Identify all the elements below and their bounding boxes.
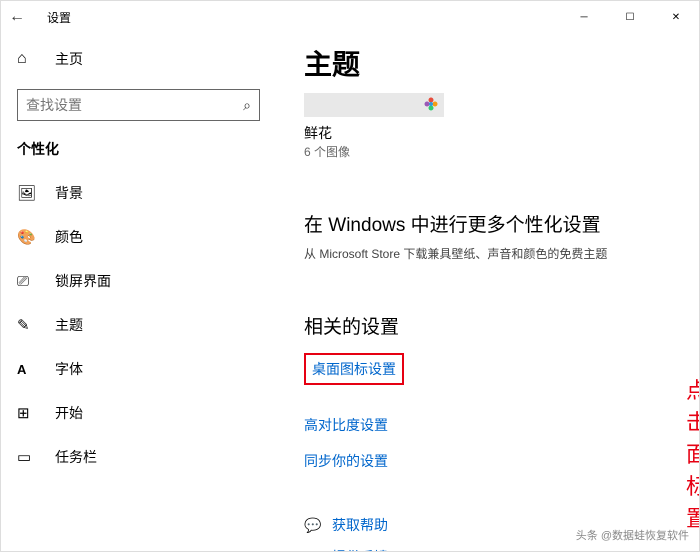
sidebar-item-label: 主题 <box>55 315 83 335</box>
help-label: 获取帮助 <box>332 515 388 535</box>
window-title: 设置 <box>47 9 71 26</box>
theme-name: 鲜花 <box>304 123 699 143</box>
sidebar-item-colors[interactable]: 🎨 颜色 <box>17 217 260 257</box>
sidebar-item-label: 锁屏界面 <box>55 271 111 291</box>
sidebar-item-label: 字体 <box>55 359 83 379</box>
annotation-text: 点击“桌面图标设置” <box>686 373 699 533</box>
back-icon[interactable]: ← <box>9 8 29 26</box>
theme-image-count: 6 个图像 <box>304 143 699 160</box>
sidebar-item-themes[interactable]: ✎ 主题 <box>17 305 260 345</box>
feedback-label: 提供反馈 <box>332 547 388 551</box>
search-input[interactable] <box>26 97 243 113</box>
minimize-button[interactable]: ─ <box>561 1 607 33</box>
font-icon: A <box>17 362 37 377</box>
theme-icon: ✎ <box>17 316 37 334</box>
help-icon: 💬 <box>304 517 322 534</box>
sidebar-item-lockscreen[interactable]: ⎚ 锁屏界面 <box>17 261 260 301</box>
home-icon: ⌂ <box>17 50 37 68</box>
feedback-row[interactable]: ✎ 提供反馈 <box>304 547 699 551</box>
search-input-container[interactable]: ⌕ <box>17 89 260 121</box>
theme-thumbnail[interactable] <box>304 93 444 117</box>
watermark: 头条 @数据蛙恢复软件 <box>576 527 689 543</box>
sidebar-item-label: 开始 <box>55 403 83 423</box>
sidebar-item-label: 颜色 <box>55 227 83 247</box>
related-settings-title: 相关的设置 <box>304 312 699 339</box>
link-high-contrast-settings[interactable]: 高对比度设置 <box>304 415 699 435</box>
page-title: 主题 <box>304 43 699 83</box>
sidebar-section-title: 个性化 <box>17 139 260 159</box>
flower-icon <box>424 97 438 111</box>
sidebar-item-label: 任务栏 <box>55 447 97 467</box>
window-controls: ─ ☐ ✕ <box>561 1 699 33</box>
close-button[interactable]: ✕ <box>653 1 699 33</box>
sidebar-item-fonts[interactable]: A 字体 <box>17 349 260 389</box>
link-sync-settings[interactable]: 同步你的设置 <box>304 451 699 471</box>
store-section-desc: 从 Microsoft Store 下载兼具壁纸、声音和颜色的免费主题 <box>304 245 699 262</box>
link-desktop-icon-settings[interactable]: 桌面图标设置 <box>304 353 404 385</box>
sidebar: ⌂ 主页 ⌕ 个性化 🖼 背景 🎨 颜色 ⎚ 锁屏界面 ✎ 主题 A 字体 <box>1 33 276 551</box>
store-section-title: 在 Windows 中进行更多个性化设置 <box>304 210 699 237</box>
sidebar-item-start[interactable]: ⊞ 开始 <box>17 393 260 433</box>
main-content: 主题 鲜花 6 个图像 在 Windows 中进行更多个性化设置 从 Micro… <box>276 33 699 551</box>
sidebar-item-label: 背景 <box>55 183 83 203</box>
home-label: 主页 <box>55 49 83 69</box>
feedback-icon: ✎ <box>304 549 322 552</box>
search-icon: ⌕ <box>243 97 251 114</box>
lockscreen-icon: ⎚ <box>17 273 37 290</box>
maximize-button[interactable]: ☐ <box>607 1 653 33</box>
titlebar: ← 设置 ─ ☐ ✕ <box>1 1 699 33</box>
palette-icon: 🎨 <box>17 228 37 246</box>
sidebar-item-home[interactable]: ⌂ 主页 <box>17 41 260 77</box>
sidebar-item-background[interactable]: 🖼 背景 <box>17 173 260 213</box>
sidebar-item-taskbar[interactable]: ▭ 任务栏 <box>17 437 260 477</box>
taskbar-icon: ▭ <box>17 448 37 466</box>
start-icon: ⊞ <box>17 404 37 422</box>
image-icon: 🖼 <box>17 184 37 202</box>
